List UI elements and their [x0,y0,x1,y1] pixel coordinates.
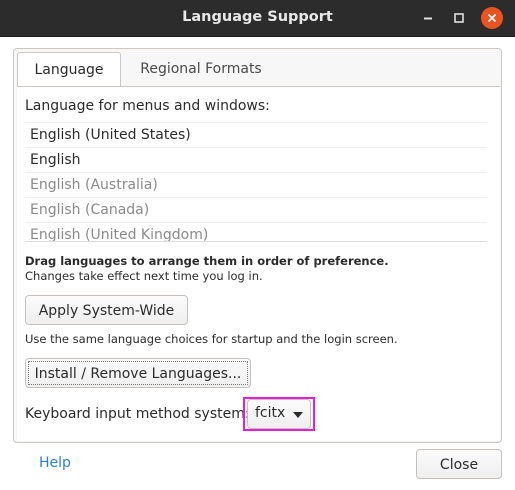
list-item[interactable]: English (Australia) [25,172,487,197]
title-bar: Language Support [0,0,515,37]
close-button[interactable]: Close [416,449,502,479]
apply-system-wide-button[interactable]: Apply System-Wide [25,295,188,325]
maximize-button[interactable] [448,7,470,29]
minimize-button[interactable] [417,7,439,29]
tab-regional-formats[interactable]: Regional Formats [127,52,275,86]
language-section-label: Language for menus and windows: [25,98,270,114]
list-item[interactable]: English [25,147,487,172]
list-item[interactable]: English (United States) [25,122,487,147]
drag-subhint-text: Changes take effect next time you log in… [25,269,263,283]
maximize-icon [454,13,464,23]
help-link[interactable]: Help [39,455,71,471]
close-icon [487,13,497,23]
language-list[interactable]: English (United States) English English … [25,122,487,247]
list-divider [25,241,487,242]
keyboard-input-method-dropdown[interactable]: fcitx [247,399,311,429]
keyboard-input-label: Keyboard input method system: [25,406,250,422]
dropdown-arrow-icon [293,412,303,418]
window-close-button[interactable] [481,7,503,29]
minimize-icon [424,17,432,20]
dropdown-value: fcitx [255,405,286,421]
install-remove-languages-button[interactable]: Install / Remove Languages... [25,358,251,388]
list-item[interactable]: English (Canada) [25,197,487,222]
list-item[interactable]: English (United Kingdom) [25,222,487,247]
drag-hint-text: Drag languages to arrange them in order … [25,254,389,268]
apply-description: Use the same language choices for startu… [25,332,398,346]
tab-language[interactable]: Language [17,52,121,87]
